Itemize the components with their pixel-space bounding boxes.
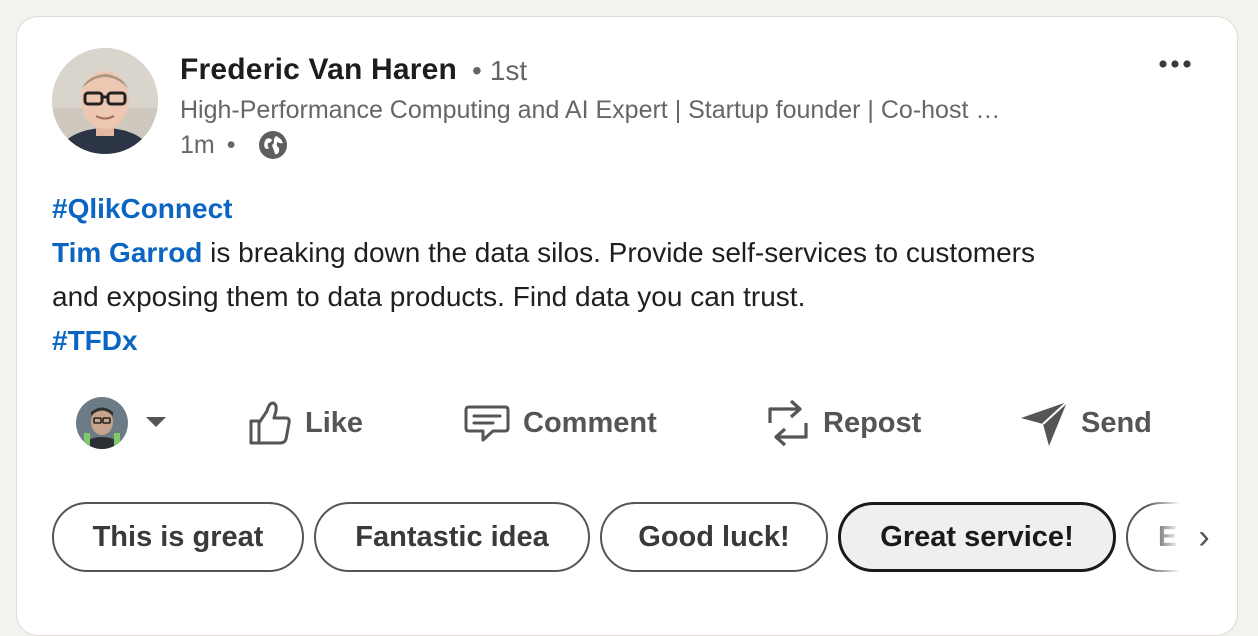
suggestion-chip[interactable]: Good luck! <box>600 502 828 572</box>
author-avatar[interactable] <box>52 48 158 154</box>
hashtag-link[interactable]: #TFDx <box>52 325 138 356</box>
degree-separator: • <box>472 55 482 86</box>
suggestion-chip[interactable]: This is great <box>52 502 304 572</box>
chevron-right-icon[interactable]: › <box>1187 515 1221 559</box>
more-options-button[interactable] <box>1155 49 1195 79</box>
connection-degree: • 1st <box>472 55 527 87</box>
like-button[interactable]: Like <box>247 395 363 451</box>
repost-label: Repost <box>823 406 922 439</box>
like-label: Like <box>305 406 364 439</box>
suggestion-chip[interactable]: Fantastic idea <box>314 502 590 572</box>
ellipsis-icon <box>1159 60 1191 68</box>
meta-separator: • <box>226 130 236 159</box>
post-card: Frederic Van Haren • 1st High-Performance… <box>16 16 1238 636</box>
post-actions-bar: Like Comment Repost Send <box>17 395 1239 451</box>
repost-button[interactable]: Repost <box>765 395 921 451</box>
send-label: Send <box>1081 406 1152 439</box>
post-meta: 1m • <box>180 130 288 160</box>
reactor-avatar[interactable] <box>76 397 128 449</box>
suggestion-chip-selected[interactable]: Great service! <box>838 502 1116 572</box>
repost-icon <box>768 399 808 447</box>
post-text-line2: and exposing them to data products. Find… <box>52 281 806 312</box>
send-icon <box>1021 401 1068 446</box>
post-body: #QlikConnect Tim Garrod is breaking down… <box>52 187 1212 363</box>
post-time: 1m <box>180 130 215 159</box>
comment-icon <box>464 405 510 442</box>
comment-button[interactable]: Comment <box>463 395 657 451</box>
chevron-down-icon[interactable] <box>144 415 168 429</box>
author-headline: High-Performance Computing and AI Expert… <box>180 96 1001 124</box>
suggested-replies: This is great Fantastic idea Good luck! … <box>17 502 1185 574</box>
hashtag-link[interactable]: #QlikConnect <box>52 193 232 224</box>
globe-icon <box>258 131 287 159</box>
comment-label: Comment <box>523 406 657 439</box>
degree-label: 1st <box>489 55 528 86</box>
post-text-line1: is breaking down the data silos. Provide… <box>202 237 1035 268</box>
author-name[interactable]: Frederic Van Haren <box>180 53 457 87</box>
thumbs-up-icon <box>249 401 291 445</box>
mention-link[interactable]: Tim Garrod <box>52 237 202 268</box>
send-button[interactable]: Send <box>1019 395 1152 451</box>
